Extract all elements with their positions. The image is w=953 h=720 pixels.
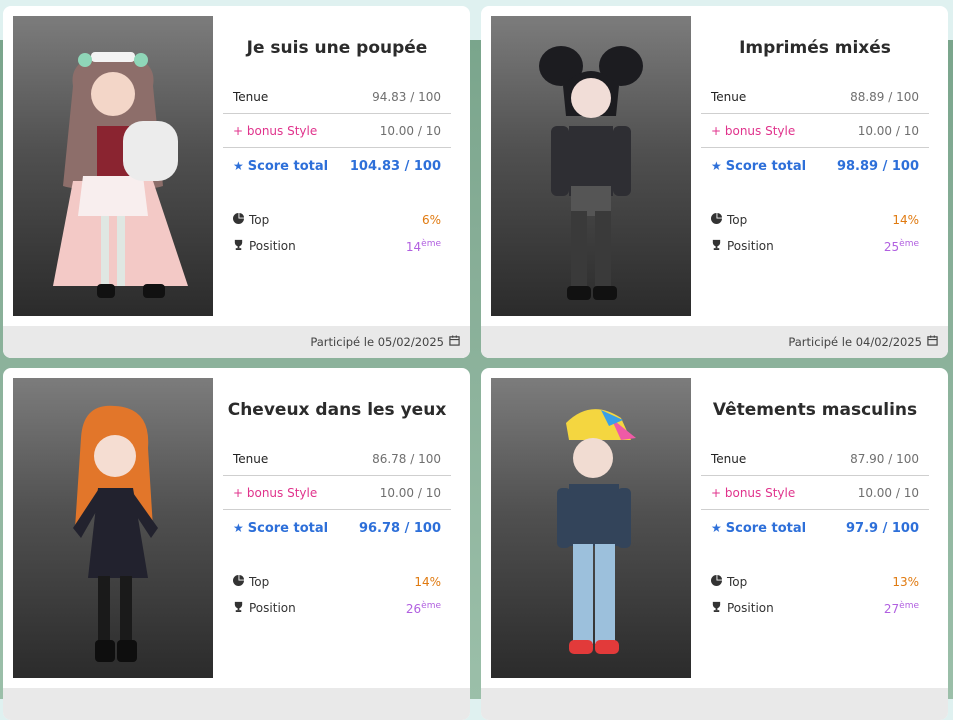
tenue-value: 88.89 / 100 [850,89,919,104]
tenue-label: Tenue [233,451,269,466]
avatar-image [13,378,213,678]
tenue-row: Tenue 94.83 / 100 [223,80,451,114]
bonus-row: + bonus Style 10.00 / 10 [223,114,451,148]
top-stat: Top 14% [223,573,451,591]
calendar-icon [449,335,460,349]
bonus-label: + bonus Style [711,123,796,138]
bonus-value: 10.00 / 10 [379,123,441,138]
tenue-value: 87.90 / 100 [850,451,919,466]
star-icon: ★ [711,520,722,535]
contest-card: Je suis une poupée Tenue 94.83 / 100 + b… [3,6,470,358]
pie-chart-icon [233,213,245,227]
position-label: Position [249,239,296,253]
bonus-label: + bonus Style [233,485,318,500]
total-value: 97.9 / 100 [845,520,919,536]
position-value: 27 [883,601,900,616]
trophy-icon [711,239,723,253]
bonus-row: + bonus Style 10.00 / 10 [223,476,451,510]
position-label: Position [727,239,774,253]
position-value: 14 [405,239,422,254]
avatar-image [13,16,213,316]
bonus-value: 10.00 / 10 [379,485,441,500]
top-value: 14% [414,575,441,589]
position-suffix: ème [899,238,919,249]
position-stat: Position 14ème [223,237,451,255]
avatar-image [491,378,691,678]
tenue-label: Tenue [711,451,747,466]
total-label: Score total [725,520,807,536]
contest-card: Vêtements masculins Tenue 87.90 / 100 + … [481,368,948,720]
tenue-row: Tenue 86.78 / 100 [223,442,451,476]
trophy-icon [233,239,245,253]
card-footer: Participé le 04/02/2025 [481,326,948,358]
contest-title: Je suis une poupée [246,38,428,58]
top-stat: Top 14% [701,211,929,229]
position-suffix: ème [421,238,441,249]
total-value: 104.83 / 100 [349,158,441,174]
position-stat: Position 26ème [223,599,451,617]
top-label: Top [727,213,748,227]
top-value: 6% [421,213,441,227]
tenue-value: 94.83 / 100 [372,89,441,104]
top-stat: Top 6% [223,211,451,229]
contest-title: Imprimés mixés [739,38,891,58]
tenue-value: 86.78 / 100 [372,451,441,466]
top-value: 13% [892,575,919,589]
card-footer [3,688,470,720]
position-stat: Position 25ème [701,237,929,255]
bonus-value: 10.00 / 10 [857,485,919,500]
top-value: 14% [892,213,919,227]
card-footer: Participé le 05/02/2025 [3,326,470,358]
total-row: ★ Score total 104.83 / 100 [223,149,451,183]
tenue-row: Tenue 87.90 / 100 [701,442,929,476]
star-icon: ★ [233,158,244,173]
total-row: ★ Score total 98.89 / 100 [701,149,929,183]
bonus-label: + bonus Style [233,123,318,138]
total-value: 98.89 / 100 [836,158,919,174]
bonus-row: + bonus Style 10.00 / 10 [701,476,929,510]
position-value: 26 [405,601,422,616]
position-label: Position [249,601,296,615]
total-label: Score total [247,158,329,174]
top-label: Top [727,575,748,589]
position-value: 25 [883,239,900,254]
star-icon: ★ [233,520,244,535]
tenue-label: Tenue [233,89,269,104]
bonus-row: + bonus Style 10.00 / 10 [701,114,929,148]
position-suffix: ème [421,600,441,611]
total-value: 96.78 / 100 [358,520,441,536]
total-label: Score total [247,520,329,536]
pie-chart-icon [711,213,723,227]
position-stat: Position 27ème [701,599,929,617]
participation-date: Participé le 05/02/2025 [310,335,444,349]
contest-card: Imprimés mixés Tenue 88.89 / 100 + bonus… [481,6,948,358]
participation-date: Participé le 04/02/2025 [788,335,922,349]
avatar-image [491,16,691,316]
contest-title: Vêtements masculins [712,400,918,420]
card-footer [481,688,948,720]
top-stat: Top 13% [701,573,929,591]
top-label: Top [249,213,270,227]
star-icon: ★ [711,158,722,173]
total-row: ★ Score total 97.9 / 100 [701,511,929,545]
contest-title: Cheveux dans les yeux [227,400,447,420]
tenue-row: Tenue 88.89 / 100 [701,80,929,114]
position-label: Position [727,601,774,615]
calendar-icon [927,335,938,349]
trophy-icon [711,601,723,615]
tenue-label: Tenue [711,89,747,104]
pie-chart-icon [711,575,723,589]
bonus-label: + bonus Style [711,485,796,500]
position-suffix: ème [899,600,919,611]
contest-card: Cheveux dans les yeux Tenue 86.78 / 100 … [3,368,470,720]
total-label: Score total [725,158,807,174]
bonus-value: 10.00 / 10 [857,123,919,138]
top-label: Top [249,575,270,589]
total-row: ★ Score total 96.78 / 100 [223,511,451,545]
pie-chart-icon [233,575,245,589]
trophy-icon [233,601,245,615]
